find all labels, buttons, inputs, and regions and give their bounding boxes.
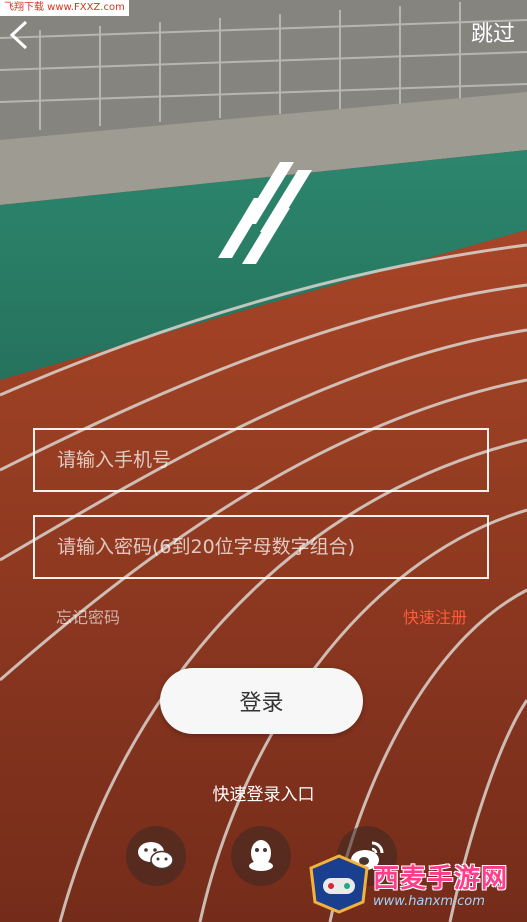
back-button[interactable] [6,18,32,52]
skip-button[interactable]: 跳过 [471,20,515,50]
top-watermark: 飞翔下载 www.FXXZ.com [0,0,129,16]
password-input[interactable] [33,515,489,579]
quick-register-link[interactable]: 快速注册 [403,604,467,628]
forgot-password-link[interactable]: 忘记密码 [56,604,120,628]
watermark-text: 西麦手游网 [373,864,509,894]
login-button[interactable]: 登录 [160,668,363,734]
watermark-url: www.hanxm.com [373,894,485,909]
qq-login-button[interactable] [231,826,291,886]
quick-login-label: 快速登录入口 [212,785,315,805]
gamepad-logo [309,854,369,914]
brand-slash-logo [218,162,312,264]
qq-icon [249,840,273,871]
wechat-icon [138,842,174,870]
wechat-login-button[interactable] [126,826,186,886]
phone-input[interactable] [33,428,489,492]
chevron-left-icon [9,20,28,50]
site-watermark: 西麦手游网 www.hanxm.com [307,854,519,916]
